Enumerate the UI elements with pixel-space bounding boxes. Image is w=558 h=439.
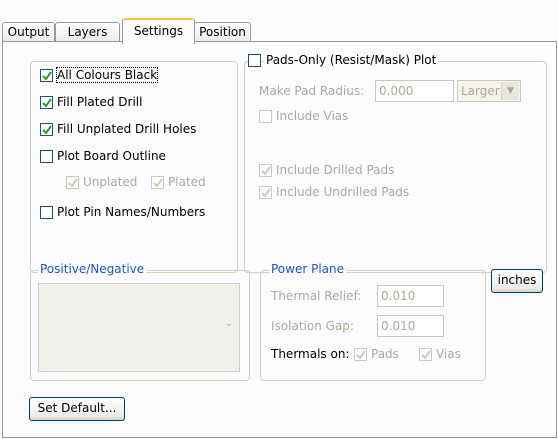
pads-only-title: Pads-Only (Resist/Mask) Plot [264, 53, 439, 67]
all-colours-black-checkbox[interactable] [40, 69, 53, 82]
checkmark-icon [261, 166, 271, 176]
plot-options-group [30, 61, 238, 273]
fill-unplated-drill-holes-label: Fill Unplated Drill Holes [57, 122, 197, 136]
fill-plated-drill-checkbox[interactable] [40, 96, 53, 109]
tab-layers-label: Layers [67, 25, 108, 39]
positive-negative-list[interactable]: ⌄ [38, 283, 240, 372]
include-undrilled-pads-checkbox[interactable] [259, 186, 272, 199]
fill-unplated-drill-holes-checkbox[interactable] [40, 123, 53, 136]
tab-output-label: Output [7, 25, 50, 39]
thermal-relief-input[interactable]: 0.010 [377, 285, 444, 307]
tab-layers[interactable]: Layers [55, 22, 120, 42]
make-pad-radius-label: Make Pad Radius: [259, 84, 365, 98]
include-drilled-pads-label: Include Drilled Pads [276, 163, 395, 177]
include-undrilled-pads-label: Include Undrilled Pads [276, 185, 410, 199]
checkmark-icon [42, 71, 52, 81]
all-colours-black-label: All Colours Black [55, 67, 159, 83]
pad-radius-input[interactable]: 0.000 [375, 80, 454, 102]
settings-page: All Colours Black Fill Plated Drill Fill… [2, 41, 557, 438]
isolation-gap-label: Isolation Gap: [271, 319, 354, 333]
plot-board-outline-label: Plot Board Outline [57, 149, 166, 163]
thermals-pads-checkbox[interactable] [354, 348, 367, 361]
tab-strip: Output Layers Settings Position [0, 0, 558, 44]
plated-checkbox[interactable] [151, 176, 164, 189]
size-select[interactable]: Larger ▼ [457, 80, 521, 102]
chevron-down-icon: ⌄ [224, 318, 233, 329]
size-select-value: Larger [461, 84, 500, 98]
tab-settings[interactable]: Settings [122, 18, 195, 44]
checkmark-icon [153, 178, 163, 188]
unplated-checkbox[interactable] [66, 176, 79, 189]
tab-position-label: Position [199, 25, 246, 39]
checkmark-icon [421, 350, 431, 360]
chevron-down-icon: ▼ [501, 82, 519, 100]
checkmark-icon [42, 125, 52, 135]
checkmark-icon [261, 188, 271, 198]
thermals-pads-label: Pads [371, 347, 399, 361]
thermals-on-label: Thermals on: [271, 347, 350, 361]
thermals-vias-label: Vias [436, 347, 461, 361]
plated-label: Plated [168, 175, 206, 189]
plot-pin-names-checkbox[interactable] [40, 206, 53, 219]
tab-output[interactable]: Output [2, 22, 55, 42]
pads-only-checkbox[interactable] [248, 54, 261, 67]
thermal-relief-label: Thermal Relief: [271, 289, 362, 303]
tab-position[interactable]: Position [194, 22, 251, 42]
include-vias-checkbox[interactable] [259, 110, 272, 123]
tab-settings-label: Settings [133, 24, 184, 38]
thermals-vias-checkbox[interactable] [419, 348, 432, 361]
plot-pin-names-label: Plot Pin Names/Numbers [57, 205, 206, 219]
unplated-label: Unplated [83, 175, 138, 189]
plot-board-outline-checkbox[interactable] [40, 150, 53, 163]
set-default-button[interactable]: Set Default... [29, 397, 125, 421]
checkmark-icon [42, 98, 52, 108]
fill-plated-drill-label: Fill Plated Drill [57, 95, 143, 109]
checkmark-icon [356, 350, 366, 360]
power-plane-title: Power Plane [269, 262, 347, 276]
units-button[interactable]: inches [491, 269, 543, 293]
isolation-gap-input[interactable]: 0.010 [377, 315, 444, 337]
checkmark-icon [68, 178, 78, 188]
include-vias-label: Include Vias [276, 109, 349, 123]
positive-negative-title: Positive/Negative [38, 262, 147, 276]
include-drilled-pads-checkbox[interactable] [259, 164, 272, 177]
